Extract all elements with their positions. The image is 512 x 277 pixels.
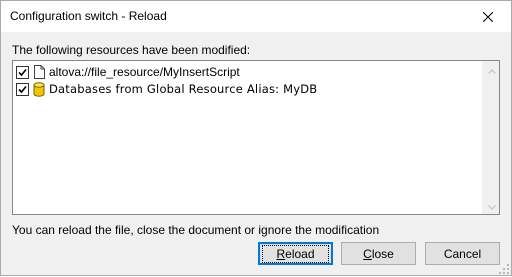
reload-button-label: Reload xyxy=(262,244,329,263)
close-button[interactable]: Close xyxy=(341,242,416,265)
resources-list[interactable]: altova://file_resource/MyInsertScript Da… xyxy=(12,60,500,215)
reload-info-text: You can reload the file, close the docum… xyxy=(12,223,380,237)
reload-dialog: Configuration switch - Reload The follow… xyxy=(0,0,512,276)
chevron-up-icon xyxy=(487,63,496,77)
reload-button[interactable]: Reload xyxy=(258,242,333,265)
scroll-up-button[interactable] xyxy=(483,61,500,78)
cancel-button[interactable]: Cancel xyxy=(425,242,500,265)
database-icon xyxy=(32,81,46,97)
resource-label: Databases from Global Resource Alias: My… xyxy=(49,82,318,96)
window-title: Configuration switch - Reload xyxy=(10,9,167,23)
vertical-scrollbar[interactable] xyxy=(482,61,499,214)
close-window-button[interactable] xyxy=(465,1,511,32)
list-item[interactable]: altova://file_resource/MyInsertScript xyxy=(16,64,240,80)
resource-label: altova://file_resource/MyInsertScript xyxy=(49,65,240,79)
close-button-label: Close xyxy=(363,246,394,261)
modified-resources-label: The following resources have been modifi… xyxy=(12,43,251,57)
list-item[interactable]: Databases from Global Resource Alias: My… xyxy=(16,81,317,97)
title-bar: Configuration switch - Reload xyxy=(1,1,511,32)
scroll-down-button[interactable] xyxy=(483,197,500,214)
chevron-down-icon xyxy=(487,199,496,213)
resource-checkbox[interactable] xyxy=(16,65,29,79)
close-icon xyxy=(483,11,493,22)
resize-grip-icon[interactable] xyxy=(499,263,509,274)
file-icon xyxy=(32,64,46,80)
resource-checkbox[interactable] xyxy=(16,82,29,96)
